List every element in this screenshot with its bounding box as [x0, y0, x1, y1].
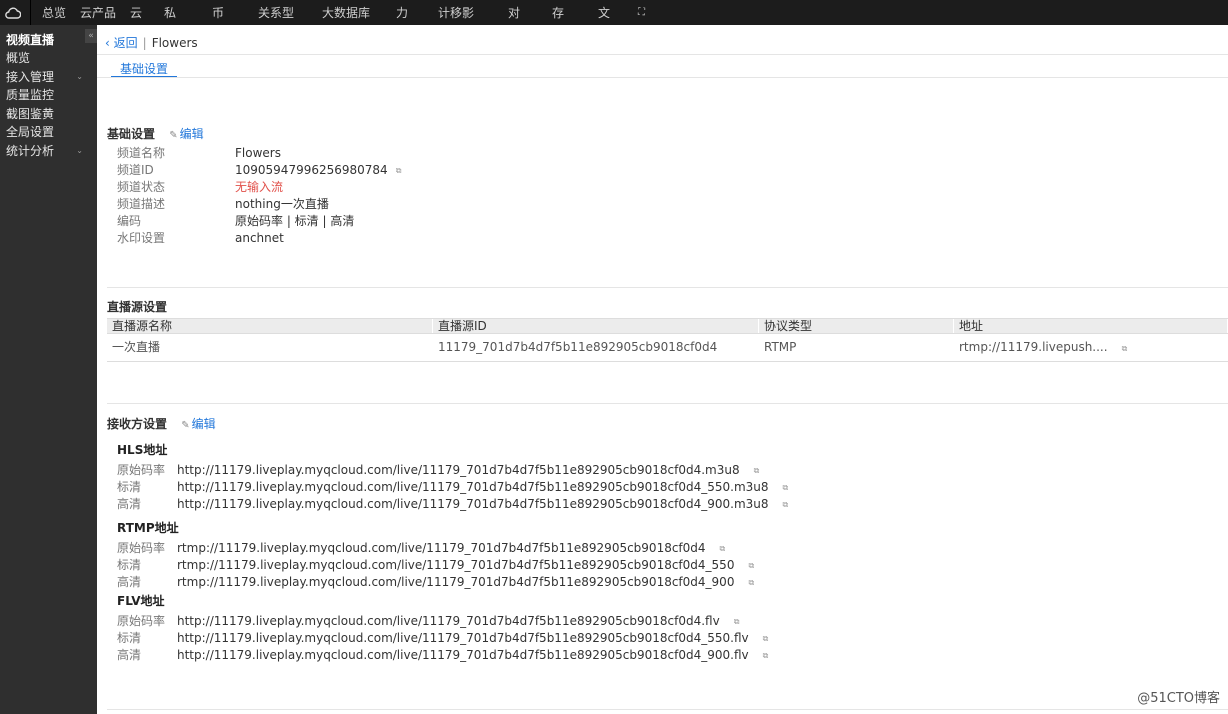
watermark: @51CTO博客	[1137, 691, 1220, 706]
copy-icon[interactable]: ⧉	[748, 574, 754, 591]
url-row: 标清 rtmp://11179.liveplay.myqcloud.com/liv…	[117, 557, 755, 574]
top-bar: 总览 云产品 云 私 币 关系型 大数据库 力 计移影 对 存 文 ⛶	[0, 0, 1228, 25]
edit-basic-button[interactable]: ✎ 编辑	[169, 127, 203, 141]
breadcrumb-separator: |	[142, 35, 147, 50]
copy-icon[interactable]: ⧉	[763, 647, 769, 664]
status-badge: 无输入流	[235, 180, 284, 194]
nav-item-9[interactable]: 计移影	[431, 4, 501, 21]
copy-icon[interactable]: ⧉	[783, 496, 789, 513]
url-row: 原始码率 rtmp://11179.liveplay.myqcloud.com/l…	[117, 540, 726, 557]
divider	[107, 287, 1228, 288]
url-row: 标清 http://11179.liveplay.myqcloud.com/liv…	[117, 630, 769, 647]
pencil-icon: ✎	[169, 130, 178, 141]
nav-item-3[interactable]: 云	[123, 4, 157, 21]
tab-basic-settings[interactable]: 基础设置	[111, 60, 178, 78]
copy-icon[interactable]: ⧉	[734, 613, 740, 630]
kv-row: 频道名称 Flowers	[117, 146, 281, 160]
copy-icon[interactable]: ⧉	[763, 630, 769, 647]
chevron-left-icon: ‹	[105, 36, 114, 50]
copy-icon[interactable]: ⧉	[754, 462, 760, 479]
sidebar-item-overview[interactable]: 概览	[0, 49, 97, 68]
table-header: 直播源名称 直播源ID 协议类型 地址	[107, 318, 1228, 334]
sidebar-item-screenshot[interactable]: 截图鉴黄	[0, 105, 97, 124]
divider	[97, 77, 1228, 78]
url-row: 原始码率 http://11179.liveplay.myqcloud.com/l…	[117, 462, 760, 479]
nav-item-11[interactable]: 存	[545, 4, 591, 21]
nav-item-6[interactable]: 关系型	[251, 4, 315, 21]
copy-icon[interactable]: ⧉	[783, 479, 789, 496]
collapse-sidebar-icon[interactable]: «	[85, 29, 97, 43]
divider	[97, 54, 1228, 55]
kv-row: 编码 原始码率 | 标清 | 高清	[117, 214, 355, 228]
sidebar-title: 视频直播	[6, 33, 55, 47]
breadcrumb: ‹ 返回 | Flowers	[105, 34, 198, 51]
kv-row: 水印设置 anchnet	[117, 231, 284, 245]
channel-name-crumb: Flowers	[151, 35, 198, 50]
chevron-down-icon: ⌄	[76, 71, 83, 81]
main-content: ‹ 返回 | Flowers 基础设置 基础设置 ✎ 编辑 频道名称 Flowers…	[97, 25, 1228, 714]
pencil-icon: ✎	[181, 420, 190, 431]
receiver-settings-title: 接收方设置 ✎ 编辑	[107, 417, 216, 431]
top-bar-divider	[30, 0, 31, 25]
edit-receiver-button[interactable]: ✎ 编辑	[181, 417, 215, 431]
url-row: 高清 http://11179.liveplay.myqcloud.com/liv…	[117, 647, 769, 664]
sidebar-item-quality[interactable]: 质量监控	[0, 86, 97, 105]
back-link[interactable]: ‹ 返回	[105, 34, 138, 51]
sidebar-item-access[interactable]: 接入管理 ⌄	[0, 68, 97, 87]
flv-title: FLV地址	[117, 594, 165, 608]
sidebar-item-stats[interactable]: 统计分析 ⌄	[0, 142, 97, 161]
nav-item-12[interactable]: 文	[591, 4, 631, 21]
source-table: 直播源名称 直播源ID 协议类型 地址 一次直播 11179_701d7b4d7…	[107, 318, 1228, 362]
fullscreen-icon[interactable]: ⛶	[631, 7, 652, 18]
divider	[107, 403, 1228, 404]
nav-item-10[interactable]: 对	[501, 4, 545, 21]
url-row: 高清 http://11179.liveplay.myqcloud.com/liv…	[117, 496, 789, 513]
sidebar: 视频直播 « 概览 接入管理 ⌄ 质量监控 截图鉴黄 全局设置 统计分析 ⌄	[0, 25, 97, 714]
nav-item-4[interactable]: 私	[157, 4, 205, 21]
nav-cloud-products[interactable]: 云产品	[73, 4, 123, 21]
nav-item-5[interactable]: 币	[205, 4, 251, 21]
kv-row: 频道描述 nothing一次直播	[117, 197, 329, 211]
kv-row: 频道ID 10905947996256980784 ⧉	[117, 162, 402, 179]
rtmp-title: RTMP地址	[117, 521, 179, 535]
nav-item-7[interactable]: 大数据库	[315, 4, 389, 21]
top-nav: 总览 云产品 云 私 币 关系型 大数据库 力 计移影 对 存 文 ⛶	[35, 0, 652, 25]
divider	[107, 709, 1228, 710]
hls-title: HLS地址	[117, 443, 168, 457]
url-row: 标清 http://11179.liveplay.myqcloud.com/liv…	[117, 479, 789, 496]
copy-icon[interactable]: ⧉	[748, 557, 754, 574]
nav-overview[interactable]: 总览	[35, 4, 73, 21]
source-settings-title: 直播源设置	[107, 300, 168, 314]
kv-row: 频道状态 无输入流	[117, 180, 284, 194]
copy-icon[interactable]: ⧉	[1122, 344, 1128, 353]
sidebar-item-global[interactable]: 全局设置	[0, 123, 97, 142]
url-row: 原始码率 http://11179.liveplay.myqcloud.com/l…	[117, 613, 740, 630]
url-row: 高清 rtmp://11179.liveplay.myqcloud.com/liv…	[117, 574, 755, 591]
copy-icon[interactable]: ⧉	[720, 540, 726, 557]
chevron-down-icon: ⌄	[76, 145, 83, 155]
cloud-logo-icon[interactable]	[0, 0, 26, 25]
copy-icon[interactable]: ⧉	[396, 162, 402, 179]
nav-item-8[interactable]: 力	[389, 4, 431, 21]
table-row: 一次直播 11179_701d7b4d7f5b11e892905cb9018cf…	[107, 334, 1228, 362]
basic-settings-title: 基础设置 ✎ 编辑	[107, 127, 204, 141]
